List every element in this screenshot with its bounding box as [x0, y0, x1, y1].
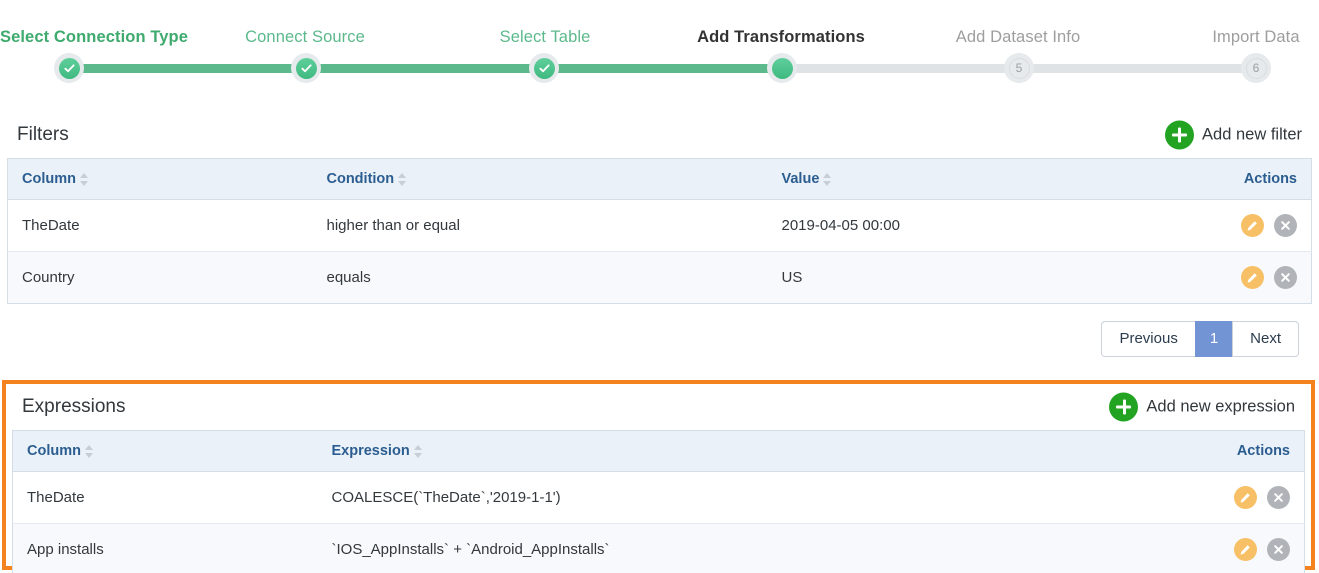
filter-row-actions [1137, 199, 1312, 252]
filters-table-header-row: Column Condition Value Actions [7, 158, 1312, 200]
filters-col-header-actions-label: Actions [1243, 171, 1297, 187]
sort-icon[interactable] [398, 172, 407, 186]
add-transformations-page: Select Connection Type Connect Source Se… [0, 0, 1319, 573]
table-row: TheDate COALESCE(`TheDate`,'2019-1-1') [12, 471, 1305, 524]
step-number-5: 5 [1008, 57, 1030, 79]
filter-row-column: TheDate [7, 199, 313, 252]
sort-icon[interactable] [413, 444, 422, 458]
plus-icon [1109, 392, 1139, 422]
filters-pagination: Previous 1 Next [7, 321, 1312, 357]
pencil-icon[interactable] [1233, 538, 1257, 561]
filters-header: Filters Add new filter [7, 112, 1312, 158]
filter-row-condition: equals [312, 251, 768, 304]
pencil-icon[interactable] [1240, 214, 1264, 237]
filters-col-header-condition[interactable]: Condition [312, 158, 768, 200]
filters-col-header-actions: Actions [1137, 158, 1312, 200]
add-new-expression-label: Add new expression [1146, 397, 1295, 416]
close-icon[interactable] [1274, 266, 1297, 289]
expressions-title: Expressions [22, 396, 126, 417]
expressions-section: Expressions Add new expression Column Ex… [2, 380, 1315, 573]
expressions-col-header-actions: Actions [1124, 430, 1305, 472]
step-label-add-transformations[interactable]: Add Transformations [697, 28, 865, 47]
expression-row-actions [1124, 471, 1305, 524]
step-node-3[interactable] [529, 53, 559, 83]
close-icon[interactable] [1274, 214, 1297, 237]
stepper-labels: Select Connection Type Connect Source Se… [0, 0, 1319, 46]
add-new-filter-button[interactable]: Add new filter [1165, 120, 1302, 150]
check-icon [58, 57, 80, 79]
pagination-next-button[interactable]: Next [1232, 321, 1299, 357]
table-row: TheDate higher than or equal 2019-04-05 … [7, 199, 1312, 252]
expressions-col-header-expression-label: Expression [331, 443, 410, 459]
check-icon [295, 57, 317, 79]
check-icon [533, 57, 555, 79]
expression-row-column: App installs [12, 523, 318, 573]
close-icon[interactable] [1267, 486, 1290, 509]
expression-row-expression: `IOS_AppInstalls` + `Android_AppInstalls… [317, 523, 1125, 573]
expressions-col-header-actions-label: Actions [1236, 443, 1290, 459]
add-new-expression-button[interactable]: Add new expression [1109, 392, 1295, 422]
step-node-1[interactable] [54, 53, 84, 83]
expressions-col-header-expression[interactable]: Expression [317, 430, 1125, 472]
step-label-connect-source[interactable]: Connect Source [245, 28, 365, 47]
filter-row-column: Country [7, 251, 313, 304]
expressions-table-header-row: Column Expression Actions [12, 430, 1305, 472]
filter-row-actions [1137, 251, 1312, 304]
step-node-4[interactable] [767, 53, 797, 83]
expression-row-expression: COALESCE(`TheDate`,'2019-1-1') [317, 471, 1125, 524]
filters-title: Filters [17, 124, 69, 145]
filters-table: Column Condition Value Actions TheDate h… [7, 158, 1312, 304]
pencil-icon[interactable] [1233, 486, 1257, 509]
expressions-col-header-column[interactable]: Column [12, 430, 318, 472]
filters-col-header-condition-label: Condition [326, 171, 395, 187]
filters-col-header-value-label: Value [781, 171, 820, 187]
stepper-track-fill [69, 64, 788, 73]
step-node-6[interactable]: 6 [1241, 53, 1271, 83]
wizard-stepper: Select Connection Type Connect Source Se… [0, 0, 1319, 100]
table-row: Country equals US [7, 251, 1312, 304]
filter-row-value: 2019-04-05 00:00 [767, 199, 1138, 252]
step-number-6: 6 [1245, 57, 1267, 79]
close-icon[interactable] [1267, 538, 1290, 561]
expressions-col-header-column-label: Column [27, 443, 81, 459]
expression-row-actions [1124, 523, 1305, 573]
filter-row-value: US [767, 251, 1138, 304]
pagination-previous-button[interactable]: Previous [1101, 321, 1195, 357]
filters-col-header-column[interactable]: Column [7, 158, 313, 200]
filters-col-header-column-label: Column [22, 171, 76, 187]
expressions-header: Expressions Add new expression [12, 384, 1305, 430]
step-label-select-table[interactable]: Select Table [500, 28, 591, 47]
stepper-track [69, 64, 1256, 73]
expressions-table: Column Expression Actions TheDate COALES… [12, 430, 1305, 573]
filters-section: Filters Add new filter Column Condition [0, 112, 1319, 357]
expression-row-column: TheDate [12, 471, 318, 524]
step-label-add-dataset-info[interactable]: Add Dataset Info [956, 28, 1081, 47]
table-row: App installs `IOS_AppInstalls` + `Androi… [12, 523, 1305, 573]
filters-col-header-value[interactable]: Value [767, 158, 1138, 200]
plus-icon [1165, 120, 1195, 150]
step-node-5[interactable]: 5 [1004, 53, 1034, 83]
step-node-2[interactable] [291, 53, 321, 83]
pencil-icon[interactable] [1240, 266, 1264, 289]
filter-row-condition: higher than or equal [312, 199, 768, 252]
sort-icon[interactable] [79, 172, 88, 186]
sort-icon[interactable] [823, 172, 832, 186]
add-new-filter-label: Add new filter [1202, 125, 1302, 144]
step-label-import-data[interactable]: Import Data [1212, 28, 1299, 47]
sort-icon[interactable] [84, 444, 93, 458]
step-label-select-connection-type[interactable]: Select Connection Type [0, 28, 188, 47]
pagination-page-1-button[interactable]: 1 [1194, 321, 1233, 357]
active-step-dot-icon [771, 57, 793, 79]
